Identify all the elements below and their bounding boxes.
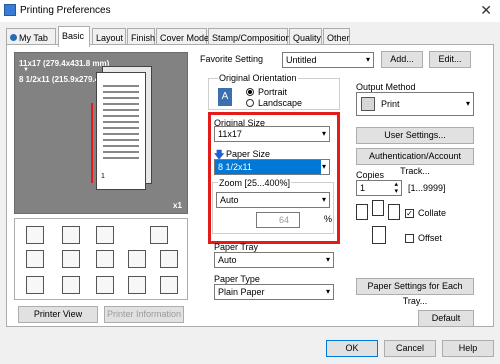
portrait-label: Portrait (258, 87, 288, 97)
printer-view-button[interactable]: Printer View (18, 306, 98, 323)
page-number: 1 (101, 173, 105, 180)
printer-icon (361, 97, 375, 111)
chevron-down-icon: ▾ (321, 129, 326, 138)
copies-label: Copies (356, 170, 385, 180)
output-method-select[interactable]: Print ▾ (356, 92, 474, 116)
authentication-tracking-button[interactable]: Authentication/Account Track... (356, 148, 474, 176)
zoom-mode-value: Auto (220, 195, 239, 205)
orientation-label: Original Orientation (218, 73, 298, 83)
original-size-caption: 11x17 (279.4x431.8 mm) (19, 59, 110, 68)
tab-label: Basic (62, 31, 85, 41)
paper-settings-tray-button[interactable]: Paper Settings for Each Tray... (356, 278, 474, 306)
zoom-unit: % (324, 214, 333, 224)
printer-app-icon (4, 4, 16, 16)
staple-icon (150, 226, 168, 244)
booklet-icon (96, 226, 114, 244)
cover-icon (128, 276, 146, 294)
landscape-label: Landscape (258, 98, 303, 108)
output-method-label: Output Method (356, 82, 416, 92)
chevron-down-icon: ▾ (465, 99, 470, 108)
chevron-down-icon: ▾ (321, 162, 326, 171)
collate-stack-icon (356, 204, 368, 220)
copies-badge: x1 (173, 201, 182, 210)
chevron-down-icon: ▾ (321, 195, 326, 204)
window-title: Printing Preferences (20, 5, 111, 16)
paper-size-value: 8 1/2x11 (218, 162, 252, 172)
tab-basic[interactable]: Basic (58, 26, 90, 47)
tab-label: Finish (131, 33, 156, 43)
tab-label: Cover Mode (160, 33, 210, 43)
document-icon (26, 226, 44, 244)
zoom-label: Zoom [25...400%] (218, 178, 292, 188)
copy-icon (62, 250, 80, 268)
preview-page: 1 (91, 72, 146, 190)
paper-tray-label: Paper Tray (214, 242, 259, 252)
tab-label: Stamp/Composition (212, 33, 291, 43)
tab-label: Other (327, 33, 350, 43)
collate-label: Collate (418, 208, 447, 218)
chevron-down-icon: ▾ (365, 55, 370, 64)
offset-label: Offset (418, 233, 442, 243)
copies-range: [1...9999] (408, 183, 446, 193)
user-auth-icon (62, 276, 80, 294)
favorite-setting-value: Untitled (286, 55, 317, 65)
combine-icon (62, 226, 80, 244)
original-size-select[interactable]: 11x17 ▾ (214, 126, 330, 142)
paper-tray-select[interactable]: Auto ▾ (214, 252, 334, 268)
paper-size-label: Paper Size (226, 149, 271, 159)
chevron-down-icon: ▾ (325, 287, 330, 296)
paper-type-label: Paper Type (214, 274, 260, 284)
zoom-percent-stepper: 64 (256, 212, 300, 228)
copies-value: 1 (360, 183, 366, 193)
paper-tray-value: Auto (218, 255, 237, 265)
output-method-value: Print (381, 99, 400, 109)
default-button[interactable]: Default (418, 310, 474, 327)
favorite-setting-select[interactable]: Untitled ▾ (282, 52, 374, 68)
folder-icon (160, 276, 178, 294)
user-settings-button[interactable]: User Settings... (356, 127, 474, 144)
arrow-down-icon: ▼ (23, 67, 29, 73)
original-size-value: 11x17 (218, 129, 242, 139)
ok-button[interactable]: OK (326, 340, 378, 357)
favorite-setting-label: Favorite Setting (200, 54, 264, 64)
user-icon (10, 34, 17, 41)
collate-stack-icon (372, 200, 384, 216)
landscape-radio[interactable] (246, 99, 254, 107)
cancel-button[interactable]: Cancel (384, 340, 436, 357)
paper-size-select[interactable]: 8 1/2x11 ▾ (214, 159, 330, 175)
portrait-page-icon: A (218, 88, 232, 106)
close-icon[interactable]: ✕ (480, 2, 492, 19)
tab-label: Layout (96, 33, 124, 43)
offset-checkbox[interactable] (405, 234, 414, 243)
puzzle-icon (96, 276, 114, 294)
edit-button[interactable]: Edit... (429, 51, 471, 68)
collate-checkbox[interactable]: ✓ (405, 209, 414, 218)
collate-stack-icon (388, 204, 400, 220)
layout-icon (26, 250, 44, 268)
paper-type-select[interactable]: Plain Paper ▾ (214, 284, 334, 300)
paper-type-value: Plain Paper (218, 287, 265, 297)
spin-icon: ▴ ▾ (394, 181, 398, 195)
tab-label: Quality (293, 33, 322, 43)
offset-icon (372, 226, 386, 244)
text-icon (96, 250, 114, 268)
chevron-down-icon: ▾ (325, 255, 330, 264)
zoom-mode-select[interactable]: Auto ▾ (216, 192, 330, 208)
pages-icon (160, 250, 178, 268)
stamp-icon (128, 250, 146, 268)
help-button[interactable]: Help (442, 340, 494, 357)
printer-information-button: Printer Information (104, 306, 184, 323)
portrait-radio[interactable] (246, 88, 254, 96)
copies-stepper[interactable]: 1 ▴ ▾ (356, 180, 402, 196)
tab-label: My Tab (19, 33, 48, 43)
list-icon (26, 276, 44, 294)
zoom-percent-value: 64 (278, 215, 289, 225)
add-button[interactable]: Add... (381, 51, 423, 68)
